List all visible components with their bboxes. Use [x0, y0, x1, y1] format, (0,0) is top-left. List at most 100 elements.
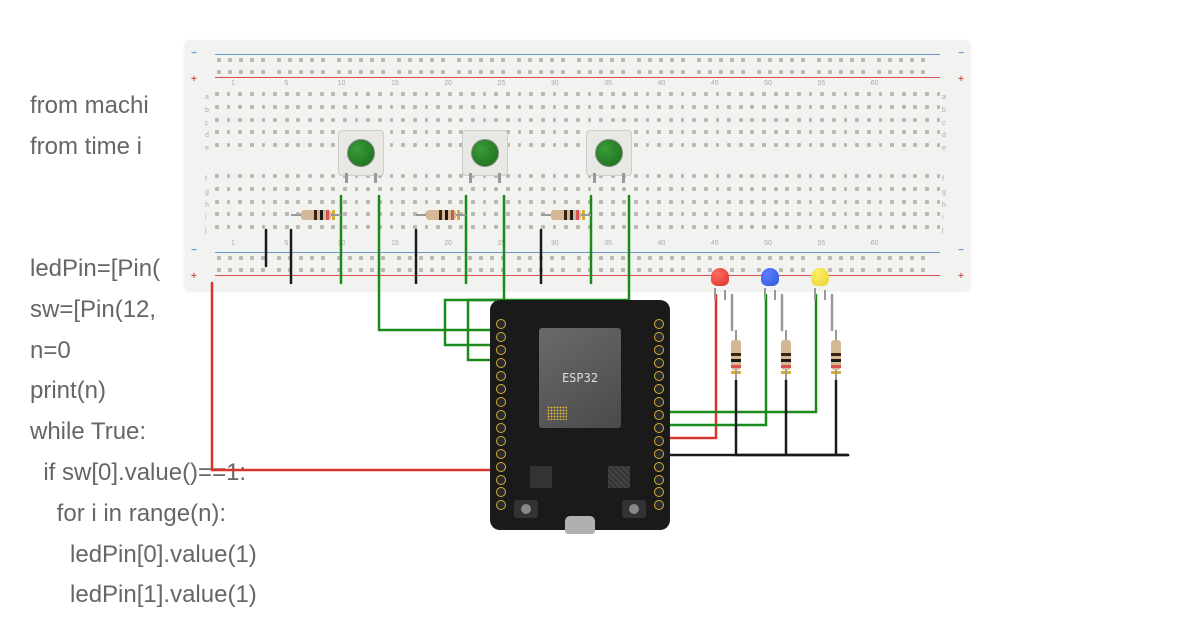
row-label: d — [205, 130, 213, 143]
column-marker: 1 — [231, 240, 284, 250]
column-marker: 60 — [871, 80, 924, 90]
column-marker: 5 — [284, 240, 337, 250]
gpio-pin — [496, 332, 506, 342]
gpio-pin — [496, 345, 506, 355]
code-line: ledPin[0].value(1) — [30, 541, 257, 568]
column-marker: 40 — [658, 80, 711, 90]
minus-icon: − — [958, 48, 964, 59]
minus-icon: − — [191, 48, 197, 59]
column-marker: 30 — [551, 240, 604, 250]
row-label: g — [205, 187, 213, 200]
boot-button[interactable] — [622, 500, 646, 518]
led-blue[interactable] — [761, 268, 779, 292]
resistor-r3[interactable] — [541, 210, 591, 220]
row-label: i — [942, 212, 950, 225]
code-line: sw=[Pin(12, — [30, 296, 156, 323]
row-label: b — [205, 105, 213, 118]
code-line: print(n) — [30, 377, 106, 404]
pin-header-right — [652, 318, 666, 512]
column-marker: 15 — [391, 80, 444, 90]
usb-port-icon — [565, 516, 595, 534]
gpio-pin — [654, 384, 664, 394]
column-marker: 60 — [871, 240, 924, 250]
gpio-pin — [654, 423, 664, 433]
row-label: g — [942, 187, 950, 200]
column-marker: 55 — [817, 240, 870, 250]
gpio-pin — [496, 487, 506, 497]
column-marker: 25 — [498, 80, 551, 90]
code-line: while True: — [30, 418, 146, 445]
column-marker: 50 — [764, 240, 817, 250]
board-label: ESP32 — [562, 371, 598, 385]
led-bulb-icon — [811, 268, 829, 286]
plus-icon: + — [958, 271, 964, 282]
column-marker: 50 — [764, 80, 817, 90]
gpio-pin — [654, 436, 664, 446]
button-3[interactable] — [586, 130, 632, 176]
column-marker: 35 — [604, 80, 657, 90]
led-red[interactable] — [711, 268, 729, 292]
power-rail-bottom — [205, 250, 950, 278]
chip-icon — [608, 466, 630, 488]
resistor-r2[interactable] — [416, 210, 466, 220]
breadboard[interactable]: + − + − + − + − 151015202530354045505560… — [185, 40, 970, 290]
row-label: e — [205, 143, 213, 156]
row-label: f — [205, 174, 213, 187]
resistor-r5[interactable] — [781, 330, 791, 380]
reset-button[interactable] — [514, 500, 538, 518]
wire-ground — [736, 380, 848, 455]
gpio-pin — [654, 371, 664, 381]
resistor-r4[interactable] — [731, 330, 741, 380]
row-label: d — [942, 130, 950, 143]
button-2[interactable] — [462, 130, 508, 176]
code-line: if sw[0].value()==1: — [30, 459, 246, 486]
pin-header-left — [494, 318, 508, 512]
column-marker: 55 — [817, 80, 870, 90]
row-label: c — [942, 118, 950, 131]
row-label: f — [942, 174, 950, 187]
chip-icon — [530, 466, 552, 488]
esp32-board[interactable]: ESP32 — [490, 300, 670, 530]
led-bulb-icon — [711, 268, 729, 286]
row-label: j — [205, 225, 213, 238]
row-label: h — [942, 200, 950, 213]
gpio-pin — [654, 462, 664, 472]
gpio-pin — [496, 371, 506, 381]
wire-led-signal — [656, 295, 766, 425]
row-label: e — [942, 143, 950, 156]
column-marker: 10 — [338, 240, 391, 250]
gpio-pin — [654, 319, 664, 329]
column-marker: 15 — [391, 240, 444, 250]
resistor-r1[interactable] — [291, 210, 341, 220]
button-cap-icon — [595, 139, 623, 167]
row-label: i — [205, 212, 213, 225]
gpio-pin — [496, 436, 506, 446]
button-1[interactable] — [338, 130, 384, 176]
row-label: b — [942, 105, 950, 118]
column-marker: 40 — [658, 240, 711, 250]
column-marker: 45 — [711, 80, 764, 90]
code-line: ledPin=[Pin( — [30, 255, 160, 282]
row-label: c — [205, 118, 213, 131]
code-line: for i in range(n): — [30, 500, 226, 527]
gpio-pin — [496, 475, 506, 485]
esp32-shield: ESP32 — [539, 328, 621, 428]
resistor-r6[interactable] — [831, 330, 841, 380]
column-marker: 5 — [284, 80, 337, 90]
code-line: ledPin[1].value(1) — [30, 581, 257, 608]
column-marker: 20 — [444, 240, 497, 250]
plus-icon: + — [191, 271, 197, 282]
gpio-pin — [496, 462, 506, 472]
column-marker: 35 — [604, 240, 657, 250]
gpio-pin — [654, 475, 664, 485]
gpio-pin — [496, 500, 506, 510]
gpio-pin — [496, 423, 506, 433]
gpio-pin — [496, 319, 506, 329]
power-rail-top — [205, 52, 950, 80]
minus-icon: − — [191, 245, 197, 256]
led-yellow[interactable] — [811, 268, 829, 292]
column-marker: 45 — [711, 240, 764, 250]
gpio-pin — [496, 449, 506, 459]
gpio-pin — [654, 487, 664, 497]
column-marker: 30 — [551, 80, 604, 90]
